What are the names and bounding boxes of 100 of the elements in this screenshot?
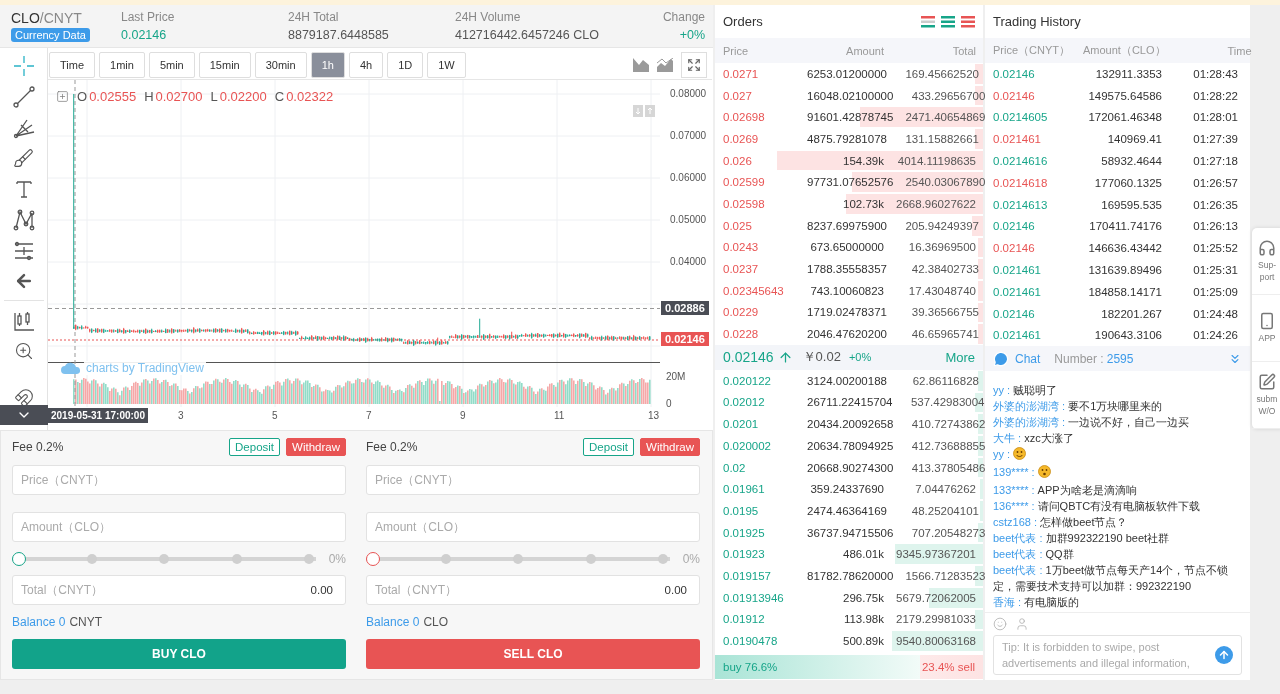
- fullscreen-button[interactable]: [681, 51, 707, 78]
- slider-thumb[interactable]: [12, 552, 26, 566]
- cny-price: ￥0.02: [802, 348, 841, 367]
- trade-price: 0.0214616: [993, 155, 1049, 168]
- pitchfork-icon[interactable]: [12, 117, 35, 139]
- crosshair-icon[interactable]: [12, 55, 35, 77]
- total-value: 0.00: [664, 584, 687, 596]
- percent-reading: 0%: [681, 552, 700, 566]
- bid-amount: 3124.00200188: [807, 374, 887, 387]
- trade-price: 0.02146: [993, 89, 1036, 102]
- side-menu-label[interactable]: APP: [1258, 332, 1276, 344]
- stat-label: 24H Volume: [455, 10, 521, 24]
- book-split-icon[interactable]: [921, 15, 935, 28]
- more-link[interactable]: More: [945, 349, 975, 365]
- interval-button[interactable]: 30min: [254, 51, 307, 78]
- column-header: Amount（CLO）: [1083, 43, 1166, 58]
- buy-button[interactable]: BUY CLO: [12, 639, 346, 669]
- book-bids-icon[interactable]: [941, 15, 955, 28]
- slider-stop: [585, 554, 596, 564]
- amount-field[interactable]: Amount（CLO）: [366, 512, 700, 542]
- slider-thumb[interactable]: [366, 552, 380, 566]
- mountain-icon[interactable]: [633, 57, 649, 72]
- time-axis-label: 3: [178, 410, 184, 421]
- price-axis-label: 0.06000: [670, 172, 707, 183]
- ask-total: 39.36566755: [910, 306, 979, 319]
- area-chart-icon[interactable]: [657, 57, 673, 72]
- ask-price: 0.0228: [723, 328, 760, 341]
- zoom-in-icon[interactable]: [13, 341, 34, 361]
- interval-button[interactable]: 15min: [198, 51, 251, 78]
- withdraw-button[interactable]: Withdraw: [640, 438, 700, 456]
- candles-icon[interactable]: [12, 310, 35, 332]
- chat-message: yy : 贼聪明了: [993, 383, 1059, 398]
- trade-price: 0.0214618: [993, 176, 1049, 189]
- amount-field[interactable]: Amount（CLO）: [12, 512, 346, 542]
- send-button[interactable]: [1215, 646, 1233, 664]
- emoji-icon: [1037, 465, 1051, 478]
- magnet-icon[interactable]: [13, 388, 34, 408]
- bid-amount: 2474.46364169: [807, 504, 887, 517]
- deposit-button[interactable]: Deposit: [583, 438, 635, 456]
- interval-button[interactable]: 1W: [427, 51, 466, 78]
- bid-amount: 26711.22415704: [807, 396, 893, 409]
- deposit-button[interactable]: Deposit: [229, 438, 281, 456]
- chat-user: yy :: [993, 448, 1011, 460]
- legend-value: 0.02700: [155, 89, 203, 104]
- bid-price: 0.01913946: [723, 591, 785, 604]
- withdraw-button[interactable]: Withdraw: [286, 438, 346, 456]
- buy-ratio: buy 76.6%: [723, 660, 778, 673]
- brush-icon[interactable]: [13, 148, 34, 169]
- price-field[interactable]: Price（CNYT）: [366, 465, 700, 495]
- trade-amount: 190643.3106: [1093, 329, 1162, 342]
- panel-title: Trading History: [993, 14, 1081, 29]
- trade-amount: 182201.267: [1100, 307, 1162, 320]
- ask-amount: 673.65000000: [809, 241, 884, 254]
- book-asks-icon[interactable]: [961, 15, 975, 28]
- chat-input[interactable]: Tip: It is forbidden to swipe, post advertisements and illegal information,: [993, 635, 1242, 675]
- volume-axis-label: 0: [666, 398, 672, 409]
- total-field[interactable]: Total（CNYT） 0.00: [12, 575, 346, 605]
- trade-price: 0.02146: [993, 220, 1036, 233]
- currency-data-badge[interactable]: Currency Data: [11, 28, 90, 42]
- slider-stop: [159, 554, 169, 564]
- sell-button[interactable]: SELL CLO: [366, 639, 700, 669]
- bid-total: 2179.29981033: [895, 613, 976, 626]
- ask-total: 2540.03067890: [904, 176, 986, 189]
- column-header: Total: [951, 44, 976, 57]
- interval-button[interactable]: 1h: [310, 51, 345, 78]
- sell-ratio: 23.4% sell: [921, 660, 975, 673]
- trade-price: 0.0214605: [993, 111, 1049, 124]
- side-menu-label[interactable]: Sup- port: [1258, 259, 1276, 283]
- column-header: Time: [1226, 44, 1252, 57]
- trade-time: 01:24:48: [1192, 307, 1238, 320]
- legend-value: 0.02555: [89, 89, 137, 104]
- bid-amount: 296.75k: [842, 591, 884, 604]
- trade-time: 01:27:18: [1192, 155, 1238, 168]
- price-field[interactable]: Price（CNYT）: [12, 465, 346, 495]
- side-menu-label[interactable]: subm W/O: [1256, 393, 1278, 417]
- interval-button[interactable]: Time: [49, 51, 96, 78]
- total-field[interactable]: Total（CNYT） 0.00: [366, 575, 700, 605]
- bid-price: 0.01912: [723, 613, 766, 626]
- trade-amount: 169595.535: [1100, 198, 1162, 211]
- ask-price: 0.0229: [723, 306, 760, 319]
- ask-total: 205.94249397: [904, 219, 979, 232]
- trade-time: 01:28:01: [1192, 111, 1238, 124]
- measure-icon[interactable]: [12, 240, 35, 262]
- fullscreen-icon: [687, 57, 701, 72]
- expand-legend-icon[interactable]: [56, 90, 69, 103]
- line-tool-icon[interactable]: [12, 86, 35, 108]
- ask-total: 17.43048740: [907, 284, 976, 297]
- interval-button[interactable]: 1D: [387, 51, 424, 78]
- interval-button[interactable]: 4h: [348, 51, 384, 78]
- emoji-picker-icon[interactable]: [993, 616, 1007, 631]
- trade-time: 01:26:35: [1192, 198, 1238, 211]
- ask-total: 46.65965741: [910, 328, 979, 341]
- ask-price: 0.0269: [723, 132, 760, 145]
- interval-button[interactable]: 1min: [99, 51, 145, 78]
- chart-attribution: charts by TradingView: [84, 361, 206, 375]
- trade-amount: 132911.3353: [1094, 67, 1162, 80]
- pattern-icon[interactable]: [12, 209, 35, 231]
- interval-button[interactable]: 5min: [148, 51, 195, 78]
- stat-value: 8879187.6448585: [288, 28, 389, 42]
- bid-total: 62.86116828: [911, 374, 979, 387]
